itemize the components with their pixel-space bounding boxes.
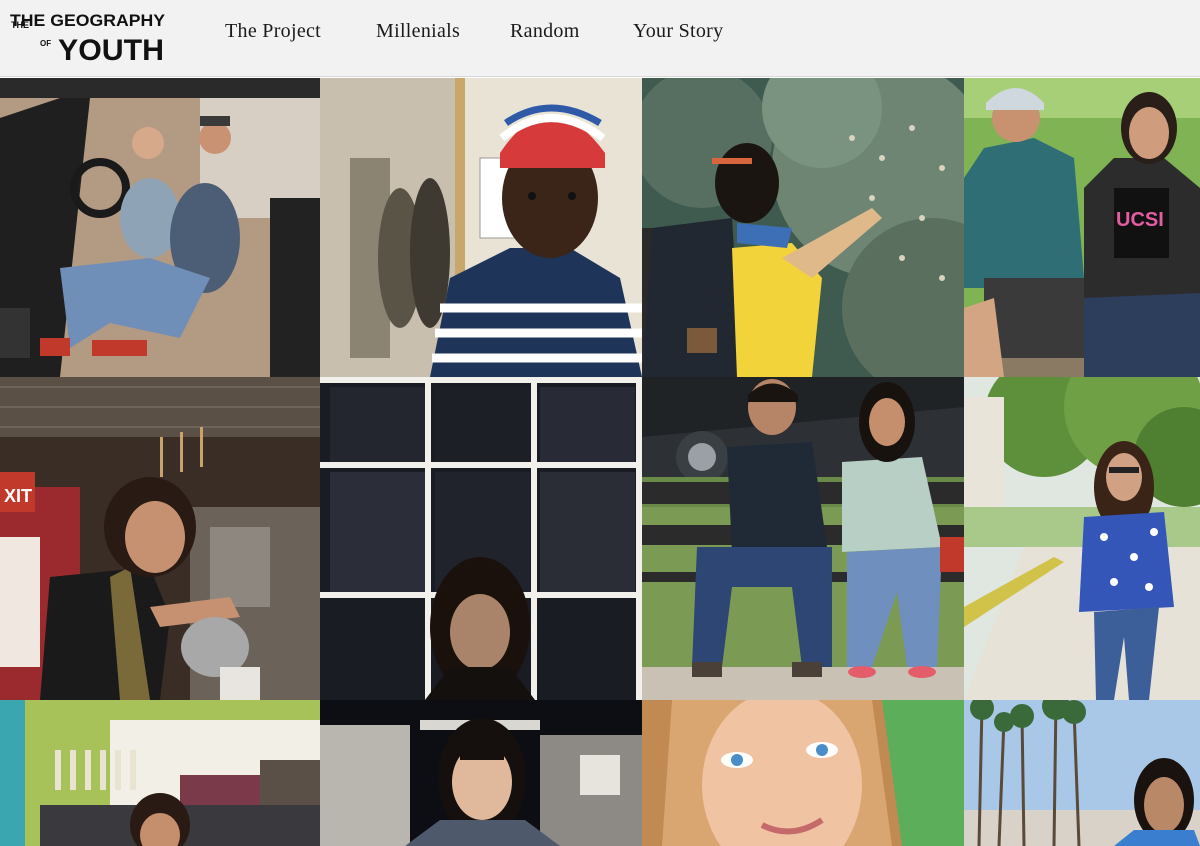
photo-tile[interactable] — [320, 377, 642, 700]
photo-jeep — [0, 78, 320, 377]
photo-sunny-path — [964, 377, 1200, 700]
photo-tile[interactable] — [0, 78, 320, 377]
photo-tile[interactable] — [320, 78, 642, 377]
logo-line3: YOUTH — [58, 34, 164, 67]
site-header: THE THE GEOGRAPHY OF YOUTH The Project M… — [0, 0, 1200, 77]
site-logo[interactable]: THE THE GEOGRAPHY OF YOUTH — [10, 8, 170, 68]
photo-night-market — [320, 700, 642, 846]
photo-tile[interactable]: XIT — [0, 377, 320, 700]
nav-millenials[interactable]: Millenials — [376, 20, 460, 43]
photo-tile[interactable] — [0, 700, 320, 846]
photo-tile[interactable] — [642, 377, 964, 700]
nav-the-project[interactable]: The Project — [225, 20, 321, 43]
nav-random[interactable]: Random — [510, 20, 580, 43]
logo-line2: OF — [40, 39, 51, 48]
photo-tile[interactable] — [642, 78, 964, 377]
photo-tile[interactable] — [964, 377, 1200, 700]
photo-portrait-closeup — [642, 700, 964, 846]
photo-barista: XIT — [0, 377, 320, 700]
photo-tile[interactable]: UCSI — [964, 78, 1200, 377]
photo-tile[interactable] — [964, 700, 1200, 846]
photo-campus-lawn: UCSI — [964, 78, 1200, 377]
photo-park-bench — [642, 377, 964, 700]
nav-your-story[interactable]: Your Story — [633, 20, 723, 43]
logo-wordmark: THE THE GEOGRAPHY OF YOUTH — [10, 11, 166, 67]
svg-text:XIT: XIT — [4, 486, 32, 506]
logo-line1: THE GEOGRAPHY — [10, 11, 166, 30]
photo-palm-street — [964, 700, 1200, 846]
photo-cafe-counter — [0, 700, 320, 846]
photo-flower-bush — [642, 78, 964, 377]
photo-tile[interactable] — [320, 700, 642, 846]
photo-grid: UCSI XIT — [0, 78, 1200, 846]
photo-laundromat — [320, 78, 642, 377]
photo-tile[interactable] — [642, 700, 964, 846]
photo-window — [320, 377, 642, 700]
svg-text:UCSI: UCSI — [1116, 209, 1164, 231]
